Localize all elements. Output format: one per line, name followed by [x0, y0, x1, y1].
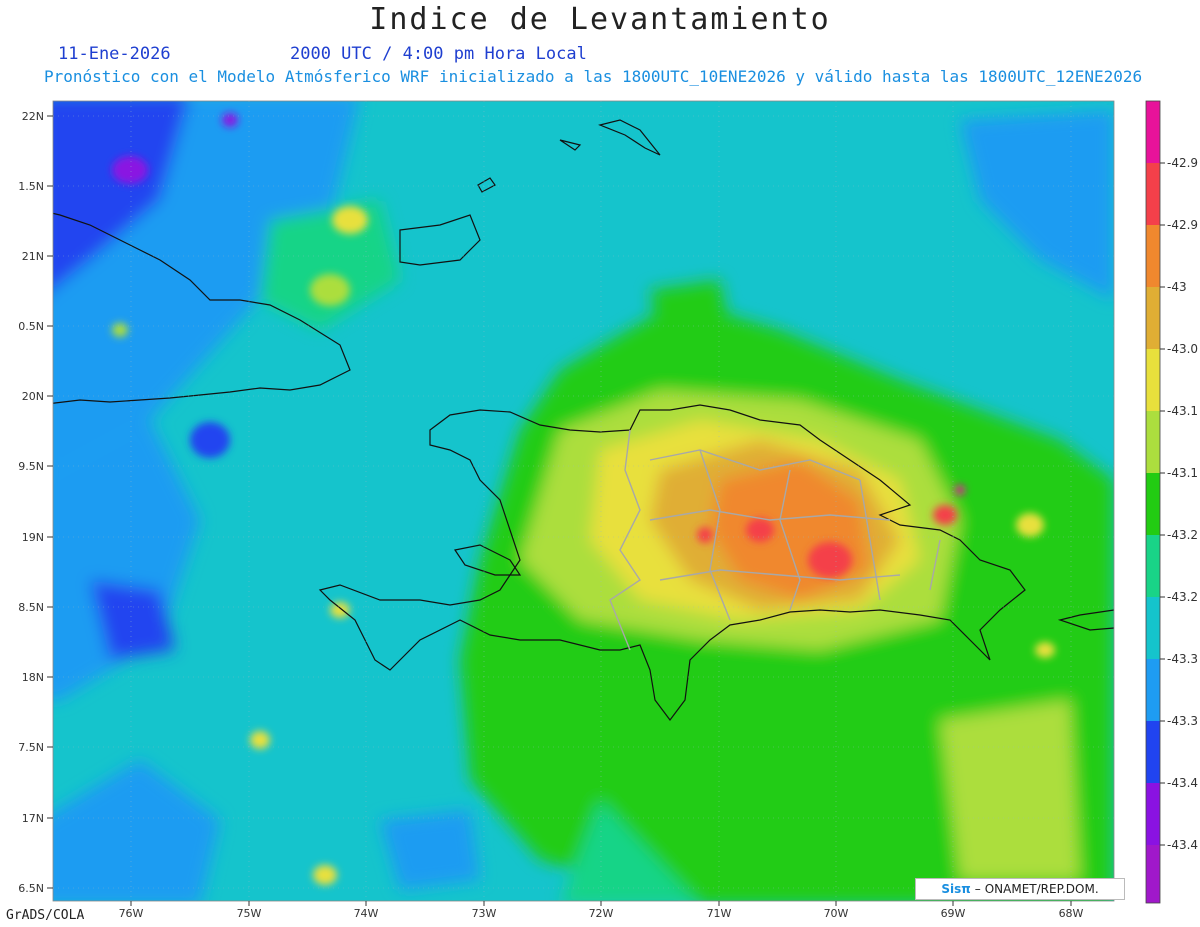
colorbar-label: -43.1	[1167, 404, 1198, 418]
contour-field	[53, 101, 1114, 901]
lat-label: 0.5N	[18, 320, 44, 333]
lon-tick: 72W	[589, 901, 614, 920]
colorbar-swatch	[1146, 225, 1160, 287]
lifted-index-map: 22N 1.5N 21N 0.5N 20N 9.5N 19N 8.5N 18N …	[18, 100, 1198, 920]
lon-tick: 73W	[472, 901, 497, 920]
lat-tick: 21N	[22, 250, 53, 263]
colorbar-swatch	[1146, 783, 1160, 845]
colorbar-label: -43.4	[1167, 776, 1198, 790]
colorbar-swatch	[1146, 163, 1160, 225]
colorbar-label: -42.9	[1167, 218, 1198, 232]
lon-label: 71W	[707, 907, 732, 920]
lon-tick: 75W	[237, 901, 262, 920]
lon-tick: 69W	[941, 901, 966, 920]
lon-label: 70W	[824, 907, 849, 920]
lat-label: 21N	[22, 250, 44, 263]
longitude-axis: 76W 75W 74W 73W 72W 71W 70W 69W 68W	[119, 901, 1084, 920]
colorbar-label: -43.3	[1167, 714, 1198, 728]
lat-label: 8.5N	[18, 601, 44, 614]
colorbar-label: -43.4	[1167, 838, 1198, 852]
colorbar-swatch	[1146, 659, 1160, 721]
colorbar-label: -43.2	[1167, 590, 1198, 604]
colorbar-label: -43.1	[1167, 466, 1198, 480]
colorbar-swatch	[1146, 101, 1160, 163]
colorbar-swatch	[1146, 535, 1160, 597]
lat-tick: 8.5N	[18, 601, 53, 614]
software-credit: GrADS/COLA	[6, 908, 85, 923]
lat-label: 6.5N	[18, 882, 44, 895]
lat-tick: 18N	[22, 671, 53, 684]
lat-tick: 19N	[22, 531, 53, 544]
lon-tick: 76W	[119, 901, 144, 920]
lat-tick: 9.5N	[18, 460, 53, 473]
lon-label: 73W	[472, 907, 497, 920]
lon-tick: 70W	[824, 901, 849, 920]
colorbar-label: -43.3	[1167, 652, 1198, 666]
lon-label: 75W	[237, 907, 262, 920]
lat-label: 7.5N	[18, 741, 44, 754]
lat-tick: 0.5N	[18, 320, 53, 333]
colorbar-label: -43.0	[1167, 342, 1198, 356]
lon-label: 69W	[941, 907, 966, 920]
lat-tick: 22N	[22, 110, 53, 123]
lon-tick: 74W	[354, 901, 379, 920]
credit-badge: Sisπ – ONAMET/REP.DOM.	[915, 878, 1125, 900]
lat-tick: 7.5N	[18, 741, 53, 754]
credit-organization: ONAMET/REP.DOM.	[984, 882, 1099, 896]
lat-label: 19N	[22, 531, 44, 544]
lon-label: 74W	[354, 907, 379, 920]
sispi-logo: Sisπ	[941, 882, 971, 896]
lon-label: 68W	[1059, 907, 1084, 920]
colorbar: -42.9 -42.9 -43 -43.0 -43.1 -43.1 -43.2 …	[1145, 100, 1198, 904]
lat-label: 22N	[22, 110, 44, 123]
lon-tick: 71W	[707, 901, 732, 920]
lon-tick: 68W	[1059, 901, 1084, 920]
lon-label: 76W	[119, 907, 144, 920]
colorbar-label: -42.9	[1167, 156, 1198, 170]
colorbar-swatch	[1146, 287, 1160, 349]
lat-label: 17N	[22, 812, 44, 825]
colorbar-swatch	[1146, 411, 1160, 473]
colorbar-label: -43.2	[1167, 528, 1198, 542]
lat-label: 20N	[22, 390, 44, 403]
colorbar-swatch	[1146, 597, 1160, 659]
lat-label: 1.5N	[18, 180, 44, 193]
lat-label: 9.5N	[18, 460, 44, 473]
latitude-axis: 22N 1.5N 21N 0.5N 20N 9.5N 19N 8.5N 18N …	[18, 110, 53, 895]
lat-tick: 6.5N	[18, 882, 53, 895]
credit-separator: –	[974, 882, 981, 896]
colorbar-swatch	[1146, 845, 1160, 903]
colorbar-swatch	[1146, 349, 1160, 411]
colorbar-swatch	[1146, 473, 1160, 535]
lat-tick: 20N	[22, 390, 53, 403]
colorbar-label: -43	[1167, 280, 1187, 294]
lon-label: 72W	[589, 907, 614, 920]
lat-tick: 1.5N	[18, 180, 53, 193]
lat-label: 18N	[22, 671, 44, 684]
colorbar-swatch	[1146, 721, 1160, 783]
lat-tick: 17N	[22, 812, 53, 825]
